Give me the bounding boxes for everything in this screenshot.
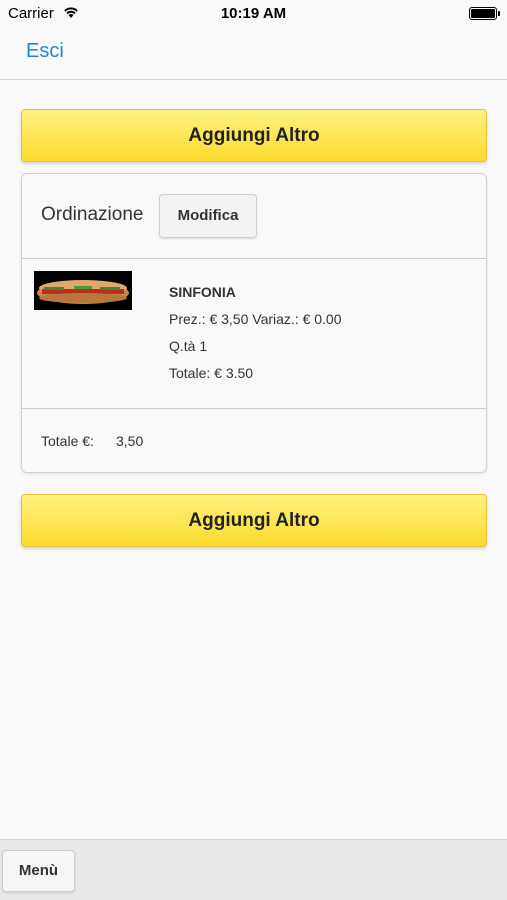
order-total-row: Totale €: 3,50 [22, 409, 486, 472]
esci-button[interactable]: Esci [26, 40, 64, 63]
item-price: Prez.: € 3,50 Variaz.: € 0.00 [169, 311, 342, 327]
item-name: SINFONIA [169, 284, 236, 300]
navigation-bar: Esci [0, 28, 507, 80]
order-title: Ordinazione [41, 204, 144, 225]
add-more-button-top[interactable]: Aggiungi Altro [21, 109, 487, 162]
item-total: Totale: € 3.50 [169, 365, 254, 381]
order-card: Ordinazione Modifica SINFONIA Prez.: € 3… [21, 173, 487, 473]
bottom-toolbar: Menù [0, 839, 507, 900]
total-value: 3,50 [116, 433, 144, 449]
order-item: SINFONIA Prez.: € 3,50 Variaz.: € 0.00 Q… [22, 259, 486, 409]
battery-icon [469, 7, 500, 20]
total-label: Totale €: [41, 433, 94, 449]
item-quantity: Q.tà 1 [169, 338, 208, 354]
menu-button[interactable]: Menù [2, 850, 75, 892]
status-bar: Carrier 10:19 AM [0, 0, 507, 28]
sandwich-thumbnail [34, 271, 132, 310]
status-time: 10:19 AM [220, 5, 287, 22]
item-info: SINFONIA Prez.: € 3,50 Variaz.: € 0.00 Q… [169, 283, 342, 391]
add-more-button-bottom[interactable]: Aggiungi Altro [21, 494, 487, 547]
order-header: Ordinazione Modifica [22, 174, 486, 259]
edit-order-button[interactable]: Modifica [159, 194, 257, 238]
